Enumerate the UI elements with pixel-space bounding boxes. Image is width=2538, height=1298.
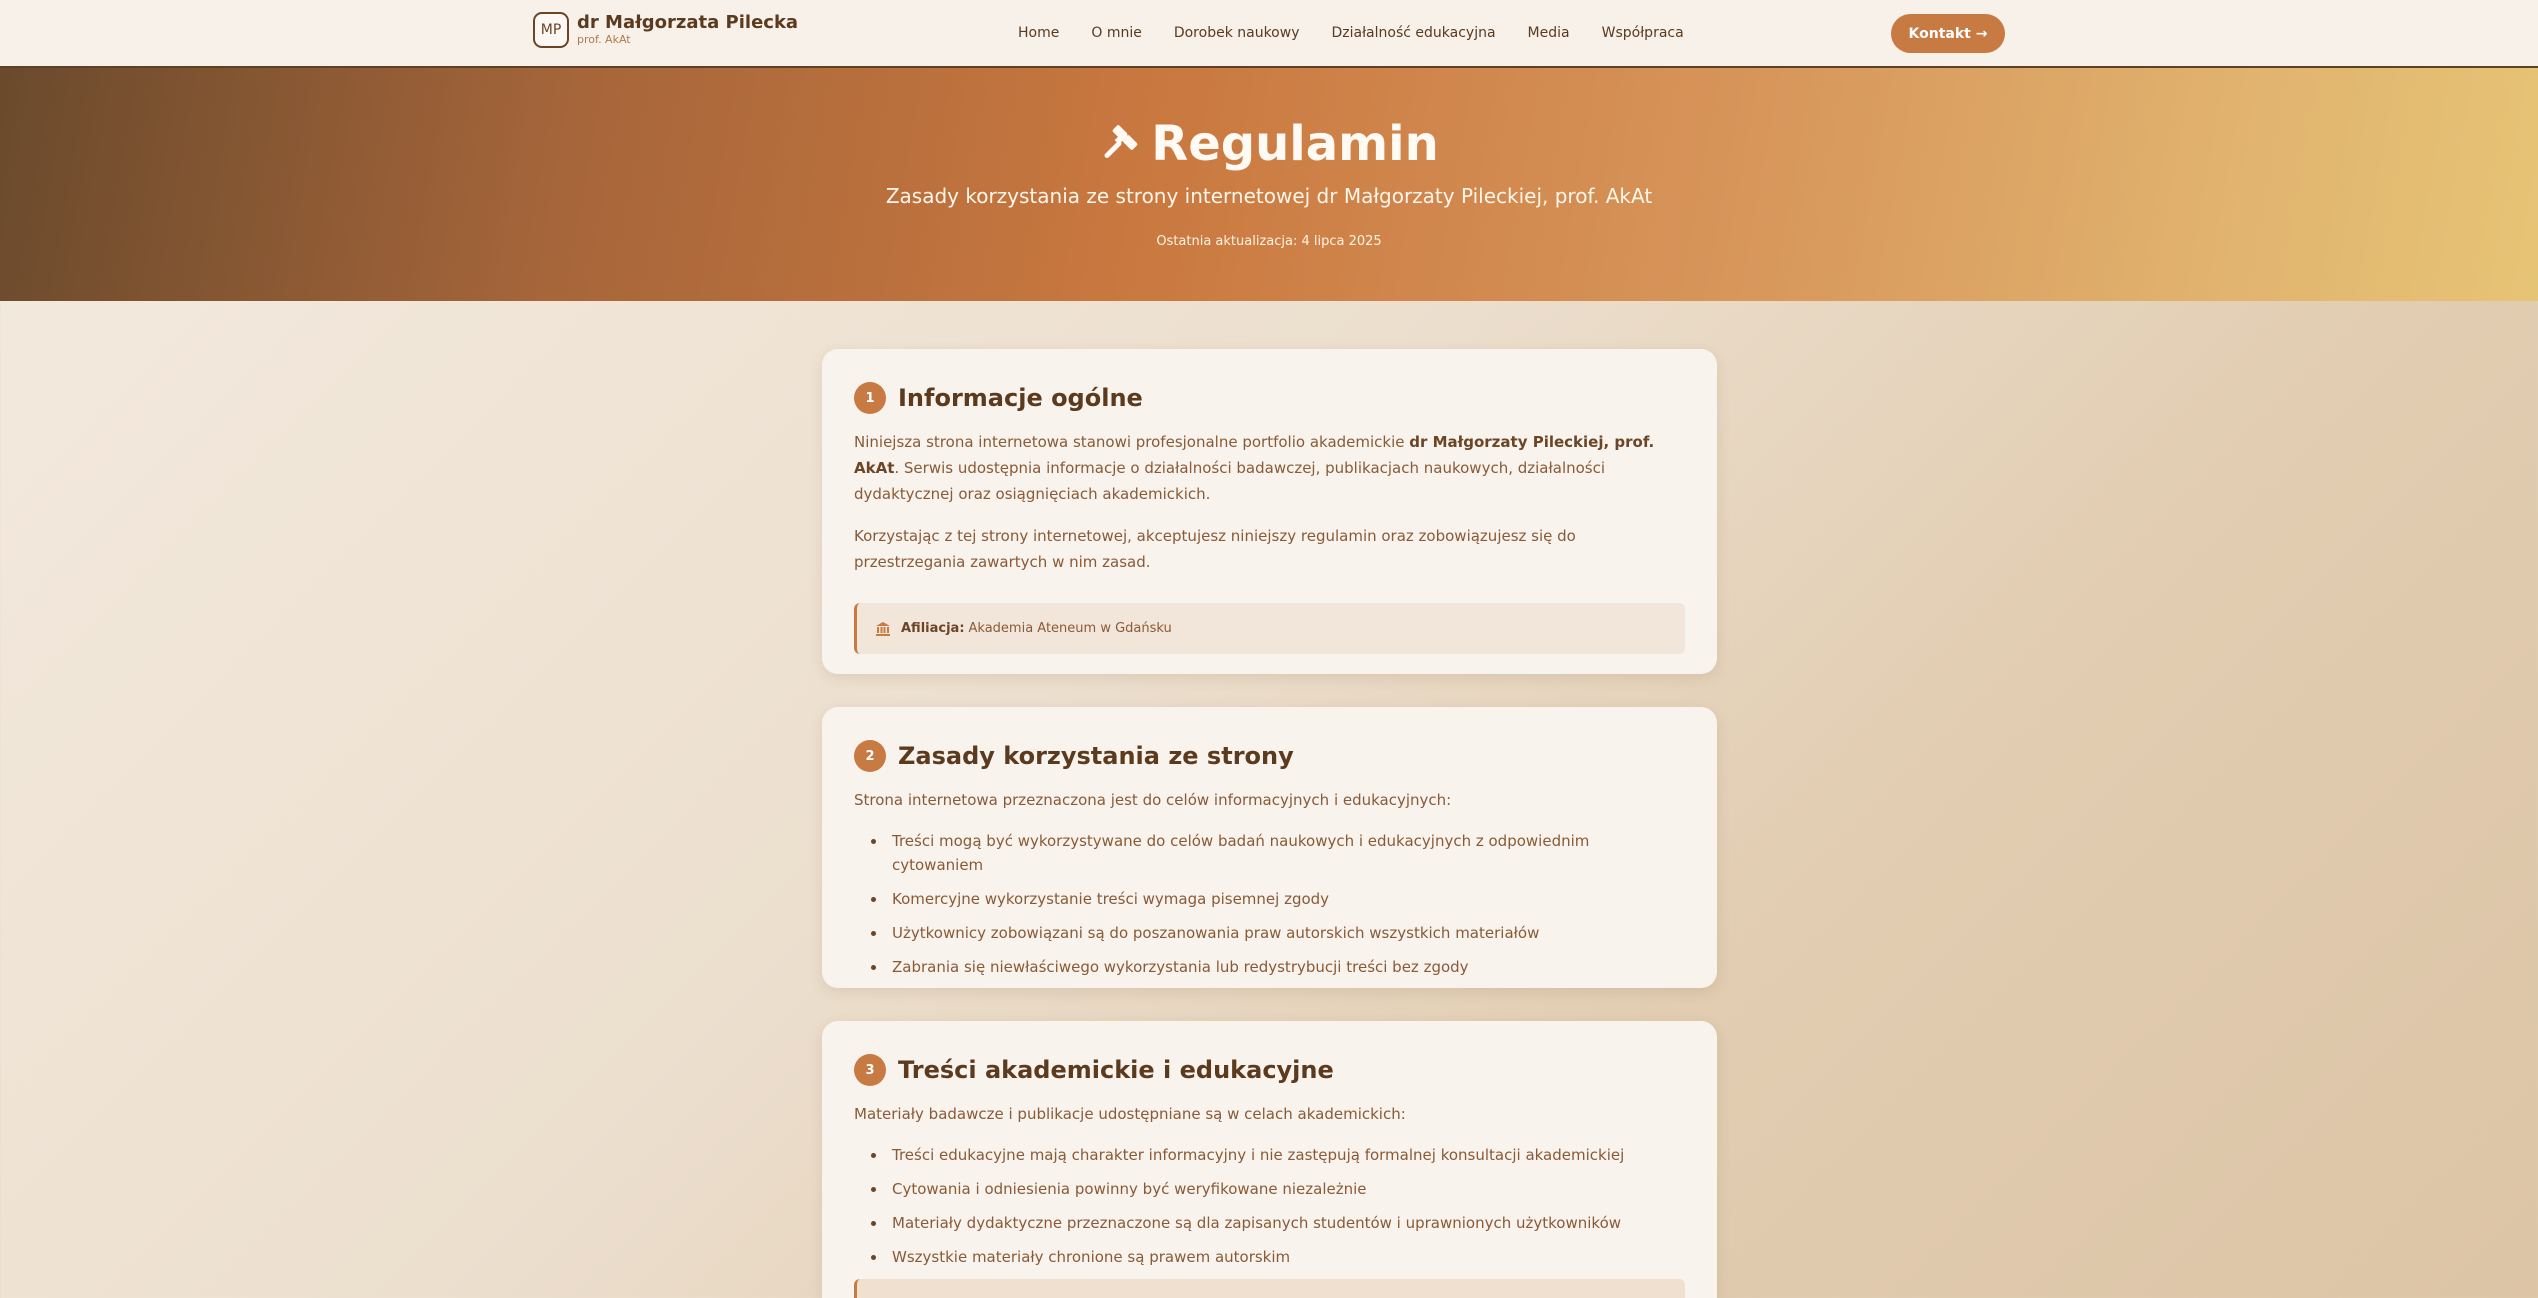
section-paragraph: Korzystając z tej strony internetowej, a…: [854, 527, 1576, 571]
section-title: Treści akademickie i edukacyjne: [898, 1056, 1334, 1084]
list-item: Treści mogą być wykorzystywane do celów …: [854, 829, 1685, 877]
section-title: Zasady korzystania ze strony: [898, 742, 1294, 770]
list-item: Treści edukacyjne mają charakter informa…: [854, 1143, 1685, 1167]
section-card-general: 1 Informacje ogólne Niniejsza strona int…: [822, 349, 1717, 674]
page-title-row: Regulamin: [0, 116, 2538, 172]
brand-name: dr Małgorzata Pilecka: [577, 11, 799, 33]
brand-subtitle: prof. AkAt: [577, 32, 631, 46]
affiliation-label: Afiliacja:: [901, 621, 965, 636]
list-item: Wszystkie materiały chronione są prawem …: [854, 1245, 1685, 1269]
navbar: MP dr Małgorzata Pilecka prof. AkAt Home…: [0, 0, 2538, 68]
hero-banner: Regulamin Zasady korzystania ze strony i…: [0, 68, 2538, 301]
list-item: Zabrania się niewłaściwego wykorzystania…: [854, 955, 1685, 979]
brand-home-link[interactable]: MP dr Małgorzata Pilecka prof. AkAt: [533, 12, 798, 48]
institution-icon: [876, 621, 890, 636]
affiliation-box: Afiliacja: Akademia Ateneum w Gdańsku: [854, 603, 1685, 654]
section-paragraph: Niniejsza strona internetowa stanowi pro…: [854, 433, 1655, 503]
page-subtitle: Zasady korzystania ze strony internetowe…: [885, 184, 1653, 208]
contact-button[interactable]: Kontakt →: [1891, 14, 2005, 53]
list-item: Materiały dydaktyczne przeznaczone są dl…: [854, 1211, 1685, 1235]
section-card-academic-content: 3 Treści akademickie i edukacyjne Materi…: [822, 1021, 1717, 1298]
list-item: Użytkownicy zobowiązani są do poszanowan…: [854, 921, 1685, 945]
notice-box: [854, 1279, 1685, 1298]
section-card-usage-rules: 2 Zasady korzystania ze strony Strona in…: [822, 707, 1717, 988]
nav-link-media[interactable]: Media: [1528, 25, 1570, 41]
academic-content-list: Treści edukacyjne mają charakter informa…: [854, 1143, 1685, 1269]
last-updated: Ostatnia aktualizacja: 4 lipca 2025: [1156, 234, 1382, 249]
nav-link-home[interactable]: Home: [1018, 25, 1059, 41]
section-number-badge: 1: [854, 382, 886, 414]
page-title: Regulamin: [1151, 116, 1439, 172]
list-item: Komercyjne wykorzystanie treści wymaga p…: [854, 887, 1685, 911]
section-number-badge: 3: [854, 1054, 886, 1086]
section-number-badge: 2: [854, 740, 886, 772]
section-intro: Materiały badawcze i publikacje udostępn…: [854, 1105, 1406, 1123]
section-title: Informacje ogólne: [898, 384, 1143, 412]
brand-logo: MP: [533, 12, 569, 48]
gavel-icon: [1104, 125, 1138, 159]
rules-list: Treści mogą być wykorzystywane do celów …: [854, 829, 1685, 979]
section-intro: Strona internetowa przeznaczona jest do …: [854, 791, 1452, 809]
nav-link-wspolpraca[interactable]: Współpraca: [1602, 25, 1684, 41]
nav-link-o-mnie[interactable]: O mnie: [1091, 25, 1141, 41]
nav-link-dzialalnosc-edukacyjna[interactable]: Działalność edukacyjna: [1331, 25, 1495, 41]
affiliation-value: Akademia Ateneum w Gdańsku: [968, 621, 1172, 636]
main-nav: Home O mnie Dorobek naukowy Działalność …: [1018, 0, 1684, 66]
list-item: Cytowania i odniesienia powinny być wery…: [854, 1177, 1685, 1201]
nav-link-dorobek-naukowy[interactable]: Dorobek naukowy: [1174, 25, 1300, 41]
